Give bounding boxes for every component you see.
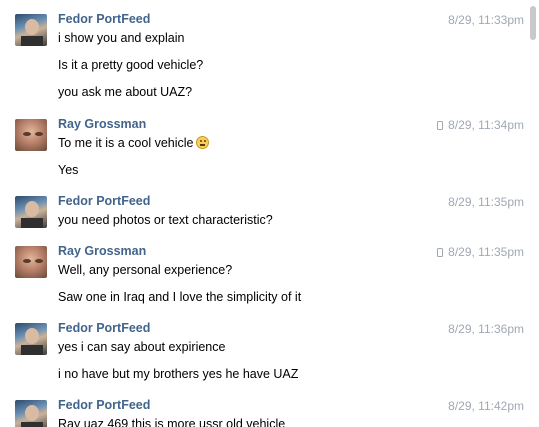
avatar[interactable] xyxy=(15,14,47,46)
author-name[interactable]: Ray Grossman xyxy=(58,117,146,131)
message-time: 8/29, 11:35pm xyxy=(448,245,524,259)
timestamp: 8/29, 11:34pm xyxy=(437,118,524,132)
avatar[interactable] xyxy=(15,400,47,427)
timestamp: 8/29, 11:33pm xyxy=(448,13,524,27)
message-text: Is it a pretty good vehicle? xyxy=(58,58,204,72)
message-text-body: To me it is a cool vehicle xyxy=(58,136,194,150)
message-text: yes i can say about expirience xyxy=(58,340,226,354)
avatar[interactable] xyxy=(15,119,47,151)
message-time: 8/29, 11:34pm xyxy=(448,118,524,132)
message-time: 8/29, 11:42pm xyxy=(448,399,524,413)
timestamp: 8/29, 11:42pm xyxy=(448,399,524,413)
message-text: Yes xyxy=(58,163,79,177)
message-time: 8/29, 11:33pm xyxy=(448,13,524,27)
avatar[interactable] xyxy=(15,196,47,228)
message-text: i show you and explain xyxy=(58,31,185,45)
timestamp: 8/29, 11:35pm xyxy=(437,245,524,259)
message-text: Ray uaz 469 this is more ussr old vehicl… xyxy=(58,417,286,427)
author-name[interactable]: Fedor PortFeed xyxy=(58,194,150,208)
chat-history: Fedor PortFeed 8/29, 11:33pm i show you … xyxy=(0,0,528,427)
phone-icon xyxy=(437,121,444,130)
author-name[interactable]: Ray Grossman xyxy=(58,244,146,258)
message-text: Saw one in Iraq and I love the simplicit… xyxy=(58,290,302,304)
scrollbar[interactable] xyxy=(530,2,536,425)
emoji-icon xyxy=(196,136,210,149)
message-text: i no have but my brothers yes he have UA… xyxy=(58,367,299,381)
author-name[interactable]: Fedor PortFeed xyxy=(58,321,150,335)
scrollbar-thumb[interactable] xyxy=(530,6,536,40)
message-text: you ask me about UAZ? xyxy=(58,85,193,99)
timestamp: 8/29, 11:35pm xyxy=(448,195,524,209)
avatar[interactable] xyxy=(15,246,47,278)
message-text: To me it is a cool vehicle xyxy=(58,136,210,150)
avatar[interactable] xyxy=(15,323,47,355)
timestamp: 8/29, 11:36pm xyxy=(448,322,524,336)
phone-icon xyxy=(437,248,444,257)
message-time: 8/29, 11:36pm xyxy=(448,322,524,336)
message-text: Well, any personal experience? xyxy=(58,263,233,277)
author-name[interactable]: Fedor PortFeed xyxy=(58,398,150,412)
message-text: you need photos or text characteristic? xyxy=(58,213,273,227)
message-time: 8/29, 11:35pm xyxy=(448,195,524,209)
author-name[interactable]: Fedor PortFeed xyxy=(58,12,150,26)
